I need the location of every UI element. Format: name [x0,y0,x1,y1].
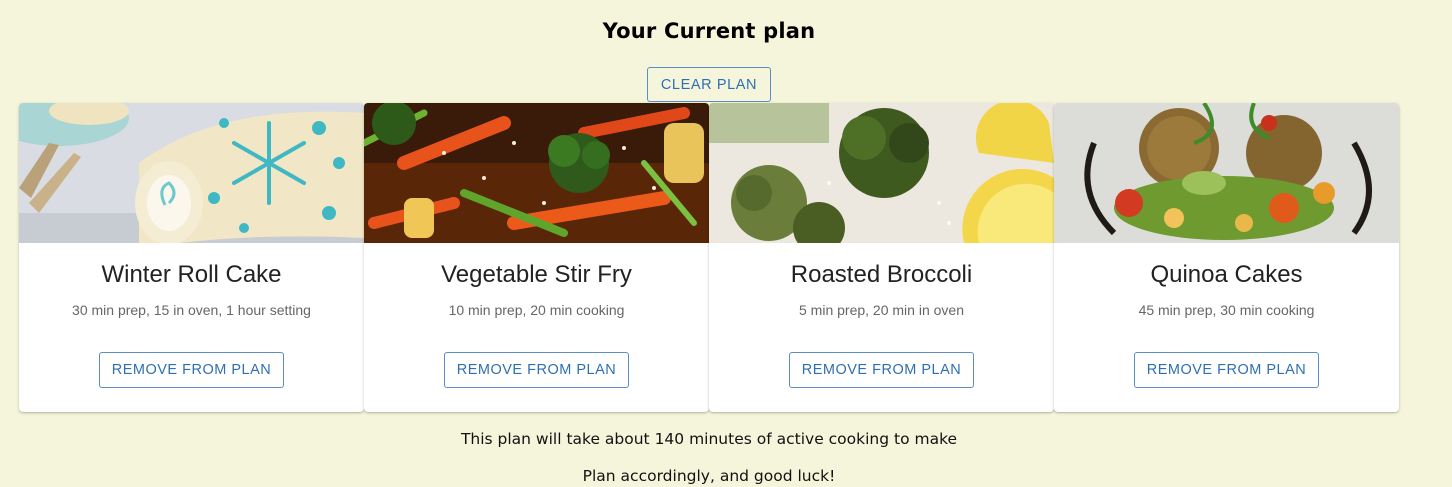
card-title: Winter Roll Cake [101,261,282,288]
card-image [1054,103,1399,243]
card-image [364,103,709,243]
card-title: Quinoa Cakes [1150,261,1303,288]
remove-from-plan-button[interactable]: REMOVE FROM PLAN [99,352,284,388]
card-title: Roasted Broccoli [790,261,973,288]
card-image [709,103,1054,243]
card-timing: 10 min prep, 20 min cooking [448,302,625,318]
page-title: Your Current plan [602,19,816,43]
card-timing: 45 min prep, 30 min cooking [1138,302,1315,318]
remove-from-plan-button[interactable]: REMOVE FROM PLAN [789,352,974,388]
remove-from-plan-button[interactable]: REMOVE FROM PLAN [1134,352,1319,388]
clear-plan-button[interactable]: CLEAR PLAN [647,67,771,102]
recipe-card: Vegetable Stir Fry 10 min prep, 20 min c… [364,103,709,412]
card-timing: 30 min prep, 15 in oven, 1 hour setting [72,302,311,318]
recipe-card: Winter Roll Cake 30 min prep, 15 in oven… [19,103,364,412]
remove-from-plan-button[interactable]: REMOVE FROM PLAN [444,352,629,388]
recipe-card: Roasted Broccoli 5 min prep, 20 min in o… [709,103,1054,412]
card-timing: 5 min prep, 20 min in oven [799,302,964,318]
card-image [19,103,364,243]
recipe-card: Quinoa Cakes 45 min prep, 30 min cooking… [1054,103,1399,412]
plan-summary: This plan will take about 140 minutes of… [460,430,958,448]
card-title: Vegetable Stir Fry [441,261,632,288]
plan-closing: Plan accordingly, and good luck! [582,467,836,485]
recipe-cards: Winter Roll Cake 30 min prep, 15 in oven… [19,103,1399,412]
